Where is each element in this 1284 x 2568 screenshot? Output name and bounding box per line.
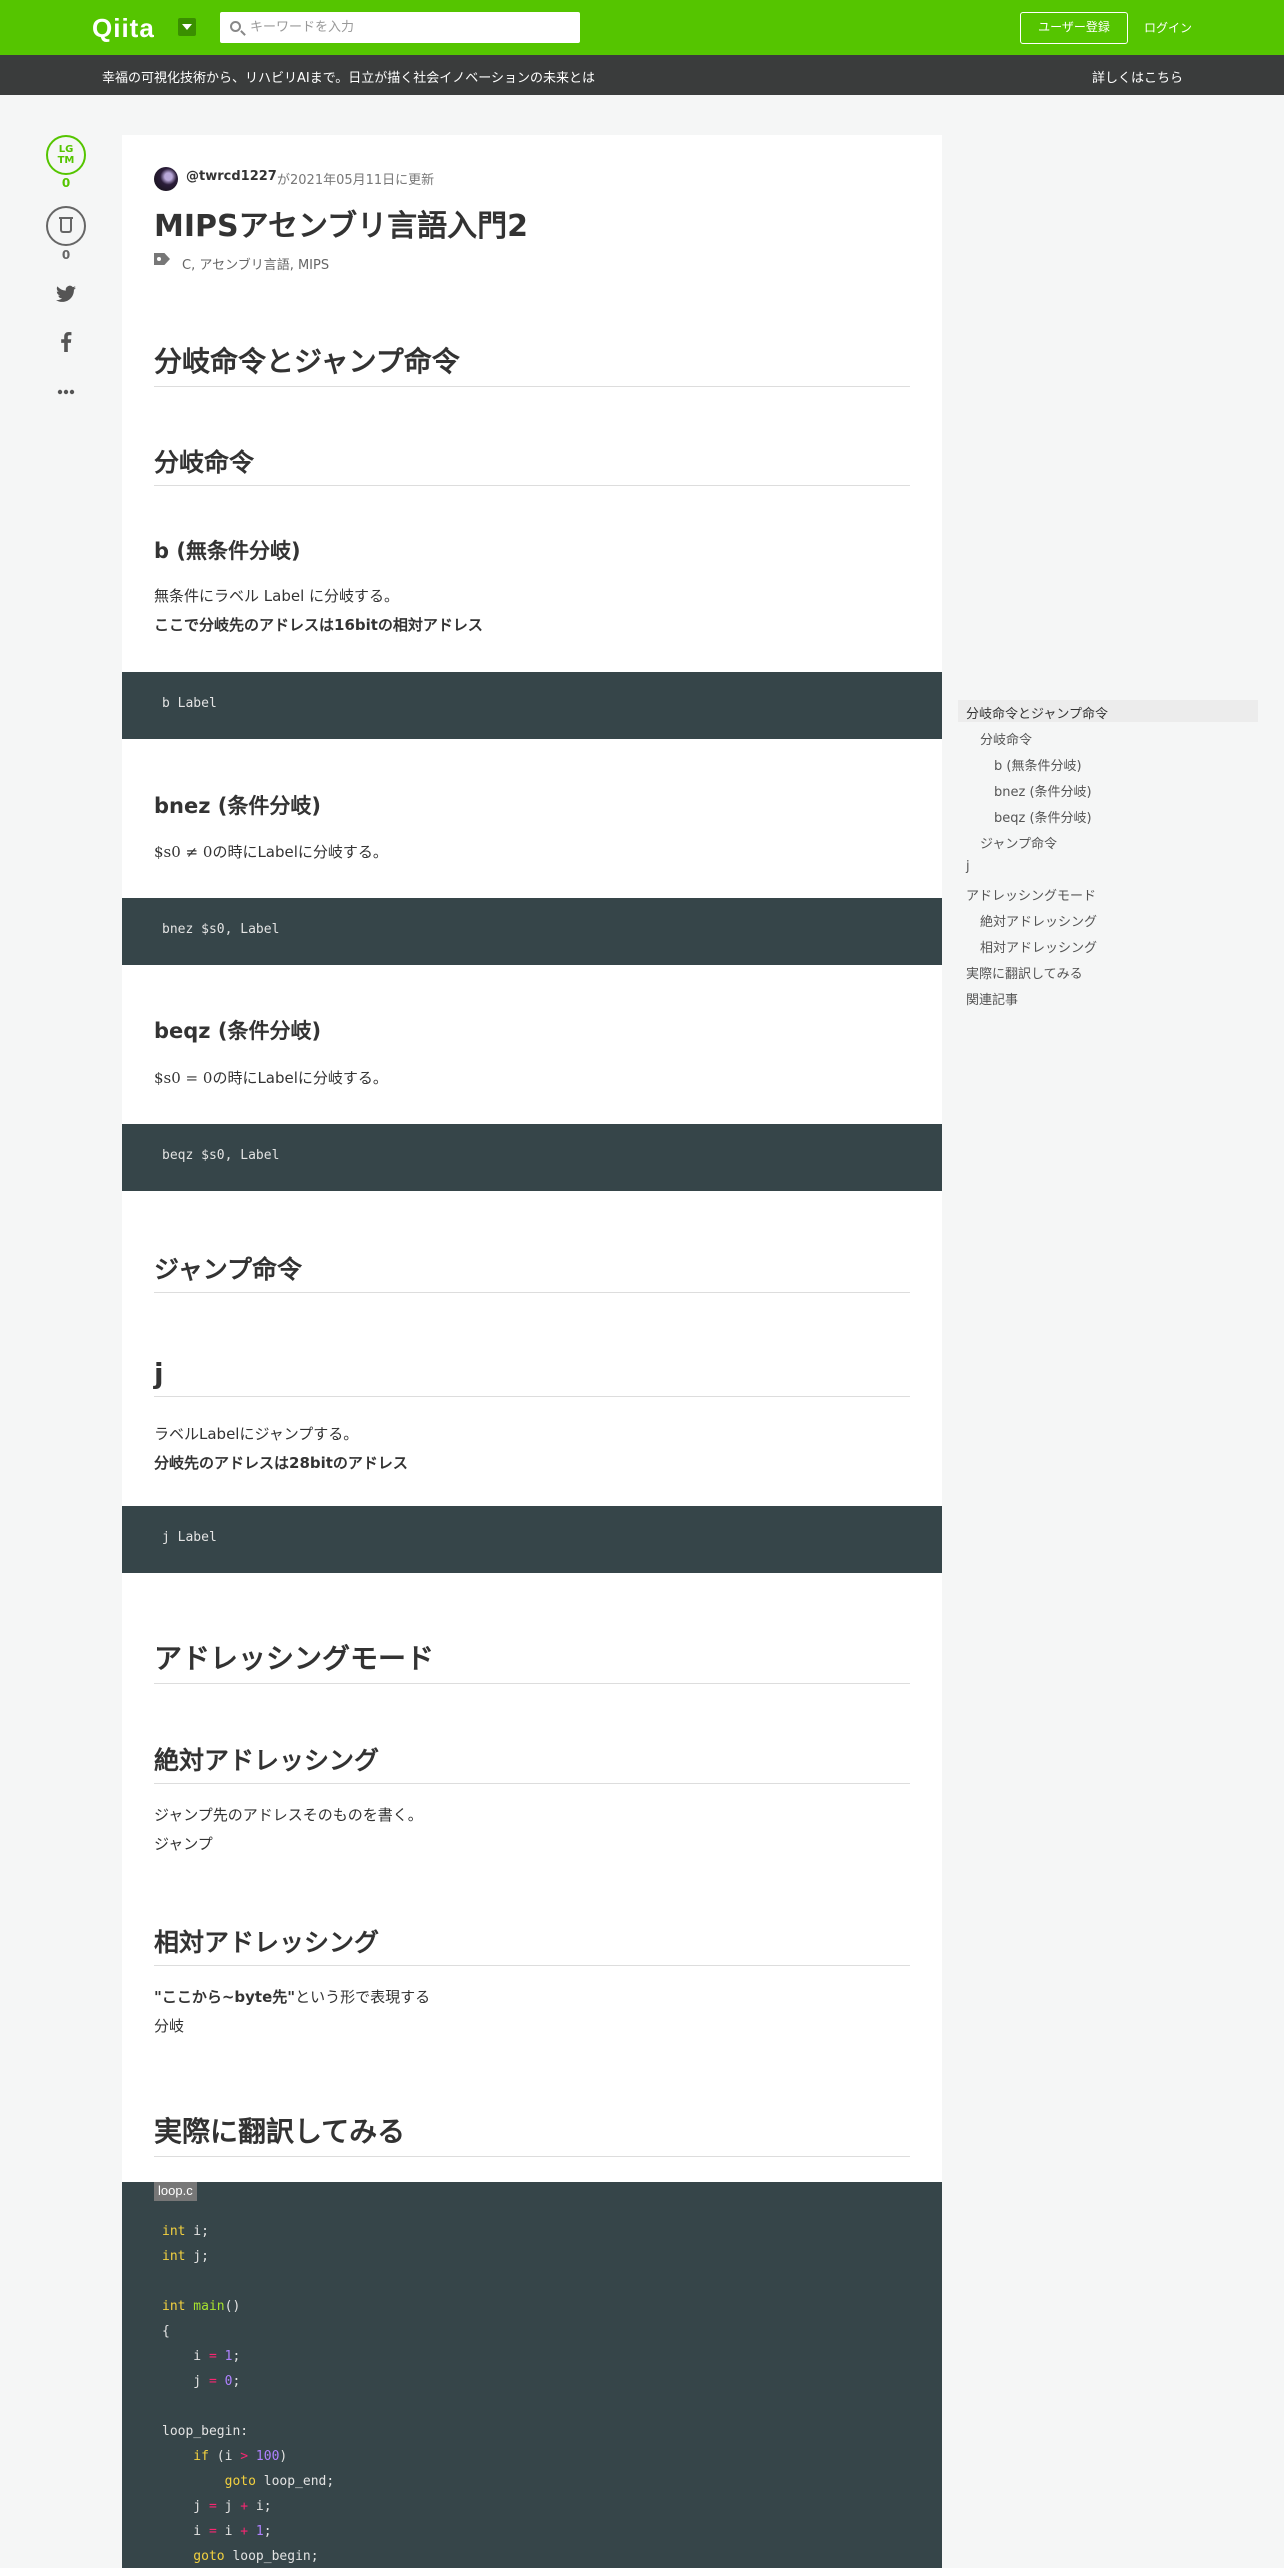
dropdown-icon[interactable] (178, 18, 196, 36)
beqz-text: $s0 = 0の時にLabelに分岐する。 (154, 1063, 388, 1093)
code-line: goto loop_end; (162, 2474, 335, 2489)
code-block-j: j Label (122, 1506, 942, 1573)
j-text-1: ラベルLabelにジャンプする。 (154, 1425, 359, 1443)
heading-branch: 分岐命令 (154, 443, 910, 486)
code-line: { (162, 2324, 170, 2339)
j-text-2: 分岐先のアドレスは28bitのアドレス (154, 1448, 408, 1478)
article-tags[interactable]: C, アセンブリ言語, MIPS (182, 254, 329, 273)
code-line: i = i + 1; (162, 2524, 272, 2539)
b-text-2-bold: ここで分岐先のアドレスは16bitの相対アドレス (154, 616, 483, 634)
relative-desc: という形で表現する (295, 1988, 431, 2006)
heading-addressing: アドレッシングモード (154, 1637, 910, 1684)
code-line: i = 1; (162, 2349, 241, 2364)
stock-button[interactable] (46, 206, 86, 246)
code-line: bnez $s0, Label (162, 922, 280, 937)
heading-branch-jump: 分岐命令とジャンプ命令 (154, 340, 910, 387)
toc-item[interactable]: 分岐命令 (980, 729, 1032, 748)
toc-item[interactable]: 絶対アドレッシング (980, 911, 1097, 930)
lgtm-icon-line2: TM (57, 155, 75, 166)
bnez-math: $s0 ≠ 0 (154, 843, 213, 861)
relative-bold: "ここから~byte先" (154, 1988, 296, 2006)
author-avatar[interactable] (154, 167, 178, 191)
toc-item[interactable]: 分岐命令とジャンプ命令 (966, 703, 1108, 722)
heading-jump: ジャンプ命令 (154, 1250, 910, 1293)
heading-bnez: bnez (条件分岐) (154, 794, 321, 818)
lgtm-button[interactable]: LG TM (46, 135, 86, 175)
relative-text-1: "ここから~byte先"という形で表現する (154, 1982, 430, 2012)
code-line: if (i > 100) (162, 2449, 288, 2464)
bnez-text: $s0 ≠ 0の時にLabelに分岐する。 (154, 837, 388, 867)
facebook-icon[interactable] (56, 332, 76, 352)
toc-item[interactable]: 関連記事 (966, 989, 1018, 1008)
qiita-logo[interactable]: Qiita (92, 14, 155, 42)
absolute-text-1: ジャンプ先のアドレスそのものを書く。 (154, 1806, 423, 1824)
heading-absolute: 絶対アドレッシング (154, 1741, 910, 1784)
stock-icon (59, 217, 73, 233)
absolute-text-2: ジャンプ (154, 1835, 213, 1853)
lgtm-icon-line1: LG (58, 144, 74, 155)
search-input[interactable] (250, 12, 570, 43)
toc-item[interactable]: アドレッシングモード (966, 885, 1096, 904)
beqz-desc: の時にLabelに分岐する。 (212, 1069, 388, 1087)
code-line: int j; (162, 2249, 209, 2264)
toc-item[interactable]: j (966, 859, 970, 874)
code-block-bnez: bnez $s0, Label (122, 898, 942, 965)
code-line: int i; (162, 2224, 209, 2239)
promo-banner: 幸福の可視化技術から、リハビリAIまで。日立が描く社会イノベーションの未来とは … (0, 55, 1284, 95)
code-line: goto loop_begin; (162, 2549, 319, 2564)
code-line: beqz $s0, Label (162, 1148, 280, 1163)
toc-item[interactable]: bnez (条件分岐) (994, 781, 1092, 800)
toc-item[interactable]: beqz (条件分岐) (994, 807, 1092, 826)
beqz-math: $s0 = 0 (154, 1069, 213, 1087)
article-body: @twrcd1227 が2021年05月11日に更新 MIPSアセンブリ言語入門… (122, 135, 942, 2568)
global-header: Qiita ユーザー登録 ログイン (0, 0, 1284, 55)
login-link[interactable]: ログイン (1144, 19, 1192, 36)
heading-b: b (無条件分岐) (154, 539, 301, 563)
signup-button[interactable]: ユーザー登録 (1020, 12, 1128, 44)
stock-count: 0 (61, 248, 71, 262)
banner-link[interactable]: 詳しくはこちら (1092, 67, 1183, 86)
tags-icon (154, 253, 170, 265)
article-title: MIPSアセンブリ言語入門2 (154, 209, 528, 244)
toc-item[interactable]: 実際に翻訳してみる (966, 963, 1083, 982)
toc-item[interactable]: 相対アドレッシング (980, 937, 1097, 956)
code-block-beqz: beqz $s0, Label (122, 1124, 942, 1191)
code-line: b Label (162, 696, 217, 711)
author-name[interactable]: @twrcd1227 (186, 169, 277, 184)
more-icon[interactable] (56, 380, 76, 400)
search-icon (230, 21, 241, 32)
heading-j: j (154, 1357, 910, 1397)
bnez-desc: の時にLabelに分岐する。 (212, 843, 388, 861)
code-line: j = 0; (162, 2374, 241, 2389)
b-text-1: 無条件にラベル Label に分岐する。 (154, 587, 400, 605)
twitter-icon[interactable] (56, 285, 76, 305)
toc-item[interactable]: ジャンプ命令 (980, 833, 1057, 852)
heading-translate: 実際に翻訳してみる (154, 2110, 910, 2157)
code-block-loop: loop.c int i; int j; int main() { i = 1;… (122, 2182, 942, 2568)
code-line: j = j + i; (162, 2499, 272, 2514)
code-filename: loop.c (154, 2182, 197, 2201)
j-text-2-bold: 分岐先のアドレスは28bitのアドレス (154, 1454, 408, 1472)
heading-beqz: beqz (条件分岐) (154, 1019, 322, 1043)
heading-relative: 相対アドレッシング (154, 1923, 910, 1966)
search-box[interactable] (220, 12, 580, 43)
code-line: loop_begin: (162, 2424, 249, 2439)
code-block-b: b Label (122, 672, 942, 739)
banner-text[interactable]: 幸福の可視化技術から、リハビリAIまで。日立が描く社会イノベーションの未来とは (102, 67, 595, 86)
b-text-2: ここで分岐先のアドレスは16bitの相対アドレス (154, 610, 483, 640)
relative-text-2: 分岐 (154, 2017, 185, 2035)
updated-date: が2021年05月11日に更新 (277, 173, 435, 188)
lgtm-count: 0 (61, 176, 71, 190)
toc-item[interactable]: b (無条件分岐) (994, 755, 1082, 774)
code-line: int main() (162, 2299, 241, 2314)
code-line: j Label (162, 1530, 217, 1545)
